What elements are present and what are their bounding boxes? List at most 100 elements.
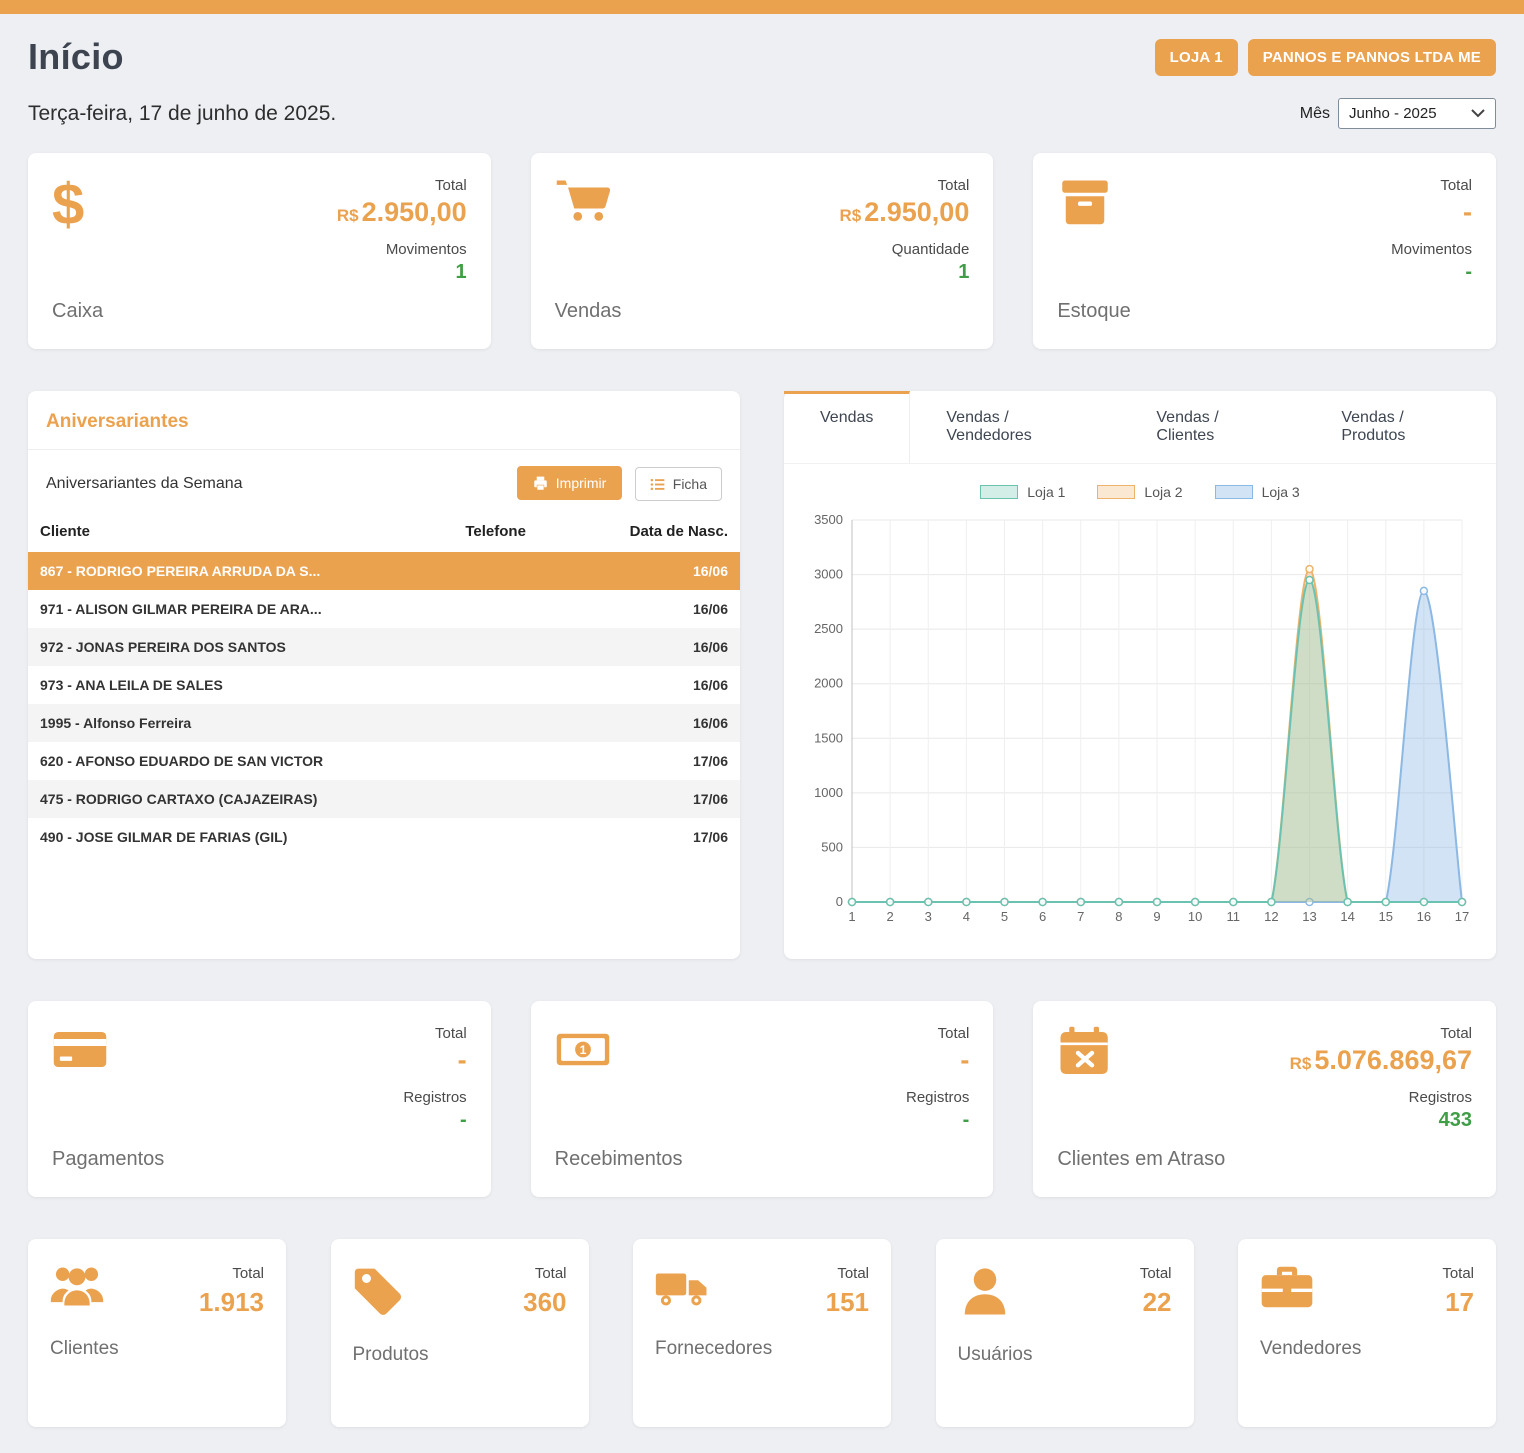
sales-area-chart: 0500100015002000250030003500123456789101… (784, 502, 1496, 959)
clientes-atraso-card: Clientes em Atraso Total R$5.076.869,67 … (1033, 1001, 1496, 1197)
vendedores-total-label: Total (1442, 1265, 1474, 1282)
users-icon (50, 1265, 104, 1312)
printer-icon (533, 476, 548, 491)
clientes-count: 1.913 (199, 1287, 264, 1318)
svg-text:4: 4 (963, 909, 970, 924)
estoque-card: Estoque Total - Movimentos - (1033, 153, 1496, 349)
svg-text:2000: 2000 (814, 676, 843, 691)
svg-text:7: 7 (1077, 909, 1084, 924)
list-icon (650, 478, 665, 491)
svg-text:8: 8 (1115, 909, 1122, 924)
sales-tabs: Vendas Vendas / Vendedores Vendas / Clie… (784, 391, 1496, 464)
usuarios-total-label: Total (1140, 1265, 1172, 1282)
birthdays-subtitle: Aniversariantes da Semana (46, 475, 243, 493)
birthday-row[interactable]: 475 - RODRIGO CARTAXO (CAJAZEIRAS)17/06 (28, 780, 740, 818)
svg-text:500: 500 (821, 839, 843, 854)
svg-text:3: 3 (925, 909, 932, 924)
clientes-atraso-label: Clientes em Atraso (1057, 1148, 1225, 1171)
stats-row-top: $ Caixa Total R$2.950,00 Movimentos 1 Ve… (28, 153, 1496, 349)
legend-item-loja3[interactable]: Loja 3 (1215, 484, 1300, 500)
svg-text:16: 16 (1417, 909, 1431, 924)
svg-text:12: 12 (1264, 909, 1278, 924)
recebimentos-card: 1 Recebimentos Total - Registros - (531, 1001, 994, 1197)
tab-vendas-clientes[interactable]: Vendas / Clientes (1120, 391, 1305, 463)
month-select-value: Junho - 2025 (1349, 105, 1437, 122)
vendas-sub-value: 1 (840, 261, 970, 284)
birthdays-actions: Imprimir Ficha (517, 466, 722, 501)
vendas-card: Vendas Total R$2.950,00 Quantidade 1 (531, 153, 994, 349)
birthday-row[interactable]: 1995 - Alfonso Ferreira16/06 (28, 704, 740, 742)
svg-text:15: 15 (1379, 909, 1393, 924)
store-button[interactable]: LOJA 1 (1155, 39, 1238, 76)
svg-text:1000: 1000 (814, 785, 843, 800)
usuarios-count: 22 (1140, 1287, 1172, 1318)
legend-swatch-loja3 (1215, 485, 1253, 499)
legend-label-loja1: Loja 1 (1027, 484, 1065, 500)
pagamentos-card: Pagamentos Total - Registros - (28, 1001, 491, 1197)
pagamentos-total-value: - (403, 1045, 466, 1076)
company-button[interactable]: PANNOS E PANNOS LTDA ME (1248, 39, 1496, 76)
usuarios-counter-label: Usuários (958, 1344, 1172, 1366)
birthdays-table: Cliente Telefone Data de Nasc. 867 - ROD… (28, 517, 740, 856)
caixa-sub-label: Movimentos (337, 241, 467, 258)
legend-swatch-loja1 (980, 485, 1018, 499)
stats-row-bottom: Pagamentos Total - Registros - 1 Recebim… (28, 1001, 1496, 1197)
legend-label-loja2: Loja 2 (1144, 484, 1182, 500)
vendedores-count: 17 (1442, 1287, 1474, 1318)
counters-row: Total 1.913 Clientes Total 360 Produtos (28, 1239, 1496, 1427)
pagamentos-total-label: Total (403, 1025, 466, 1042)
truck-icon (655, 1265, 709, 1312)
vendas-total-value: R$2.950,00 (840, 197, 970, 228)
svg-text:17: 17 (1455, 909, 1469, 924)
dollar-icon: $ (52, 172, 84, 237)
birthday-row[interactable]: 867 - RODRIGO PEREIRA ARRUDA DA S...16/0… (28, 552, 740, 590)
fornecedores-total-label: Total (826, 1265, 869, 1282)
estoque-sub-value: - (1391, 261, 1472, 284)
clientes-total-label: Total (199, 1265, 264, 1282)
birthday-row[interactable]: 972 - JONAS PEREIRA DOS SANTOS16/06 (28, 628, 740, 666)
estoque-total-value: - (1391, 197, 1472, 228)
usuarios-counter-card: Total 22 Usuários (936, 1239, 1194, 1427)
legend-label-loja3: Loja 3 (1262, 484, 1300, 500)
birthday-row[interactable]: 620 - AFONSO EDUARDO DE SAN VICTOR17/06 (28, 742, 740, 780)
tab-vendas[interactable]: Vendas (784, 391, 910, 463)
legend-swatch-loja2 (1097, 485, 1135, 499)
produtos-total-label: Total (523, 1265, 566, 1282)
legend-item-loja2[interactable]: Loja 2 (1097, 484, 1182, 500)
vendas-label: Vendas (555, 300, 622, 323)
svg-text:6: 6 (1039, 909, 1046, 924)
print-button[interactable]: Imprimir (517, 466, 623, 500)
birthday-row[interactable]: 490 - JOSE GILMAR DE FARIAS (GIL)17/06 (28, 818, 740, 856)
page-title: Início (28, 36, 124, 78)
pagamentos-label: Pagamentos (52, 1148, 164, 1171)
svg-text:3500: 3500 (814, 512, 843, 527)
vendas-total-label: Total (840, 177, 970, 194)
chevron-down-icon (1471, 109, 1485, 118)
birthday-row[interactable]: 973 - ANA LEILA DE SALES16/06 (28, 666, 740, 704)
produtos-counter-card: Total 360 Produtos (331, 1239, 589, 1427)
vendas-sub-label: Quantidade (840, 241, 970, 258)
produtos-counter-label: Produtos (353, 1344, 567, 1366)
svg-text:3000: 3000 (814, 567, 843, 582)
birthdays-title: Aniversariantes (28, 391, 740, 450)
svg-text:2500: 2500 (814, 621, 843, 636)
svg-text:9: 9 (1153, 909, 1160, 924)
tab-vendas-produtos[interactable]: Vendas / Produtos (1305, 391, 1496, 463)
fornecedores-counter-card: Total 151 Fornecedores (633, 1239, 891, 1427)
clientes-atraso-total-value: R$5.076.869,67 (1290, 1045, 1472, 1076)
tag-icon (353, 1265, 407, 1324)
legend-item-loja1[interactable]: Loja 1 (980, 484, 1065, 500)
tab-vendas-vendedores[interactable]: Vendas / Vendedores (910, 391, 1120, 463)
recebimentos-sub-label: Registros (906, 1089, 969, 1106)
chart-legend: Loja 1 Loja 2 Loja 3 (784, 484, 1496, 500)
clientes-atraso-sub-value: 433 (1290, 1109, 1472, 1132)
svg-text:2: 2 (887, 909, 894, 924)
estoque-sub-label: Movimentos (1391, 241, 1472, 258)
month-select[interactable]: Junho - 2025 (1338, 98, 1496, 129)
ficha-button[interactable]: Ficha (635, 467, 722, 501)
money-bill-icon: 1 (555, 1025, 683, 1079)
vendedores-counter-label: Vendedores (1260, 1338, 1474, 1360)
birthday-row[interactable]: 971 - ALISON GILMAR PEREIRA DE ARA...16/… (28, 590, 740, 628)
briefcase-icon (1260, 1265, 1314, 1314)
svg-text:1: 1 (579, 1043, 586, 1057)
